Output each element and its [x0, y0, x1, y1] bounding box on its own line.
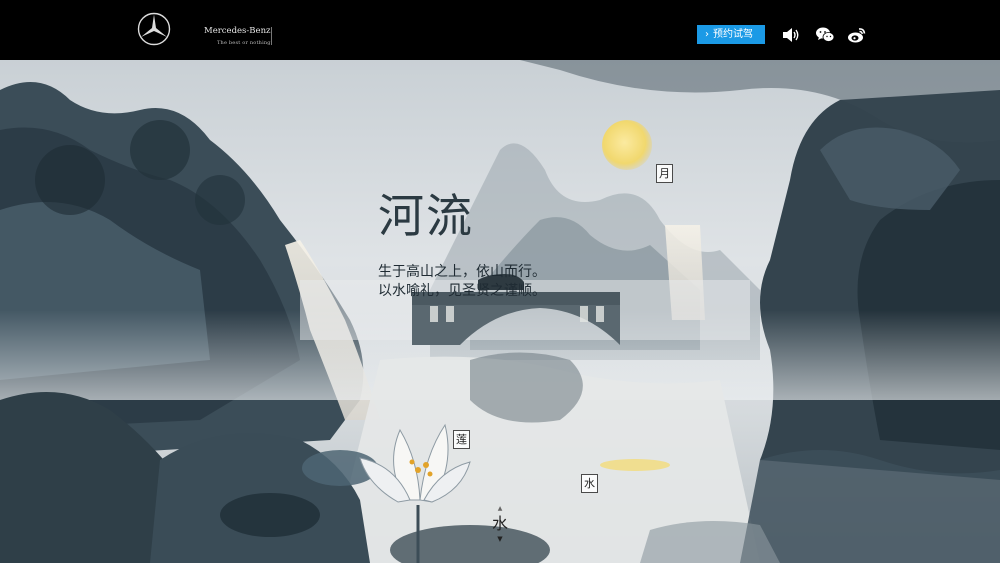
- book-test-drive-button[interactable]: › 预约试驾: [697, 25, 765, 44]
- mercedes-star-icon[interactable]: [137, 12, 171, 46]
- water-hotspot-tag[interactable]: 水: [581, 474, 598, 493]
- moon-hotspot-tag[interactable]: 月: [656, 164, 673, 183]
- chevron-right-icon: ›: [705, 29, 709, 40]
- page-title: 河流: [378, 189, 474, 243]
- brand-name: Mercedes-Benz: [204, 26, 271, 36]
- poem-text: 生于高山之上，依山而行。 以水喻礼，见圣贤之谨顺。: [378, 263, 546, 301]
- ink-landscape-scene: 河流 生于高山之上，依山而行。 以水喻礼，见圣贤之谨顺。: [0, 60, 1000, 563]
- brand-divider: [271, 27, 272, 45]
- sound-icon[interactable]: [781, 26, 801, 44]
- book-test-drive-label: 预约试驾: [713, 29, 753, 40]
- poem-line-1: 生于高山之上，依山而行。: [378, 264, 546, 280]
- current-section-label: 水: [491, 514, 508, 533]
- arrow-up-icon[interactable]: ▲: [488, 505, 512, 513]
- lotus-hotspot-tag[interactable]: 莲: [453, 430, 470, 449]
- weibo-icon[interactable]: [847, 26, 867, 44]
- brand-tagline: The best or nothing.: [217, 40, 273, 46]
- top-navigation-bar: Mercedes-Benz The best or nothing. › 预约试驾: [0, 0, 1000, 60]
- section-navigator[interactable]: ▲ 水 ▼: [488, 505, 512, 555]
- arrow-down-icon[interactable]: ▼: [488, 535, 512, 543]
- wechat-icon[interactable]: [815, 26, 835, 44]
- ink-painting-background: [0, 60, 1000, 563]
- poem-line-2: 以水喻礼，见圣贤之谨顺。: [378, 283, 546, 299]
